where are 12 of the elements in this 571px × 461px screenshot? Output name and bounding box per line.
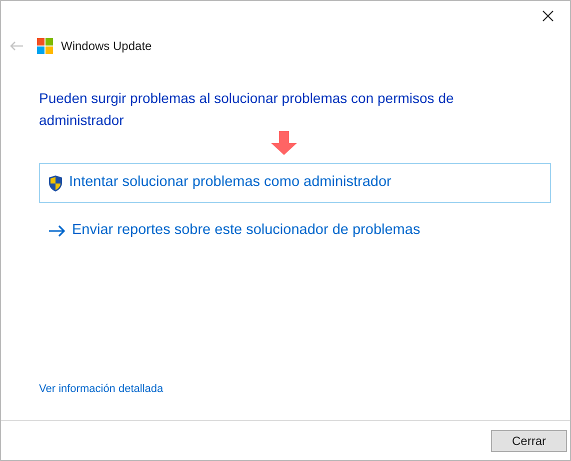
right-arrow-icon [48,225,66,237]
details-link[interactable]: Ver información detallada [39,383,164,395]
run-as-admin-option[interactable]: Intentar solucionar problemas como administrador [39,163,551,203]
close-icon [542,10,554,22]
send-reports-link[interactable]: Enviar reportes sobre este solucionador de problemas [39,211,551,251]
back-arrow-icon [10,41,24,51]
windows-logo-icon [37,38,53,54]
shield-icon [48,174,63,192]
window-title: Windows Update [61,38,152,55]
down-arrow-icon [271,131,297,155]
close-dialog-button[interactable]: Cerrar [491,430,567,452]
heading: Pueden surgir problemas al solucionar problemas con permisos de administrador [39,89,455,130]
